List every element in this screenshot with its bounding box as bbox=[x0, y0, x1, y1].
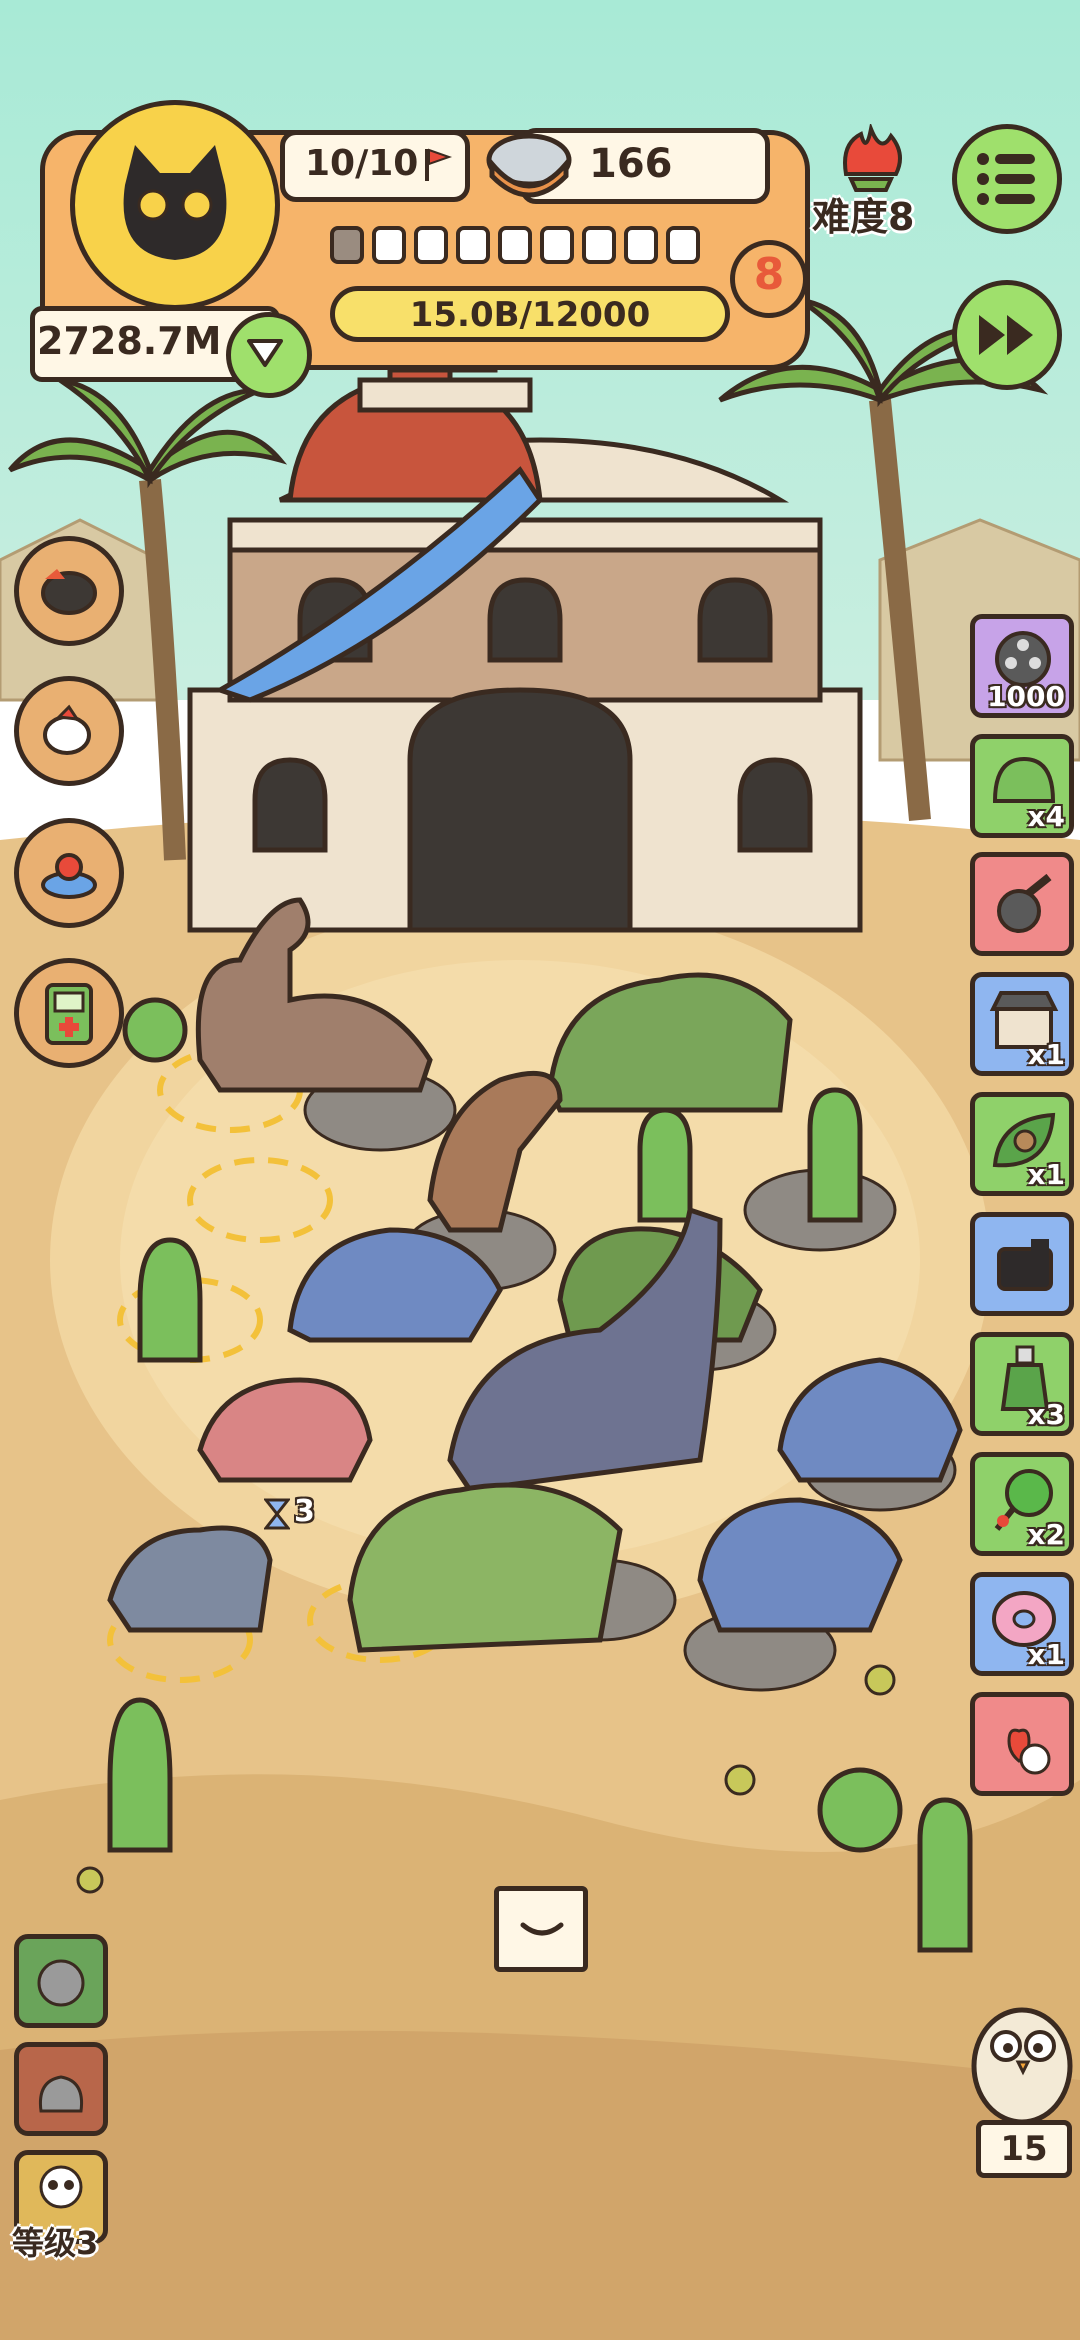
bird-count-box: 15 bbox=[976, 2120, 1072, 2178]
camera-item[interactable] bbox=[970, 1212, 1074, 1316]
green-helmet-item[interactable]: x4 bbox=[970, 734, 1074, 838]
segment-empty bbox=[582, 226, 616, 264]
flag-icon bbox=[425, 148, 453, 181]
potion-item[interactable]: x3 bbox=[970, 1332, 1074, 1436]
hearts-item[interactable] bbox=[970, 1692, 1074, 1796]
donut-item[interactable]: x1 bbox=[970, 1572, 1074, 1676]
smile-handle-icon bbox=[520, 1922, 564, 1936]
menu-button[interactable] bbox=[952, 124, 1062, 234]
progress-text: 15.0B/12000 bbox=[409, 295, 651, 335]
segment-empty bbox=[456, 226, 490, 264]
fast-forward-icon bbox=[979, 315, 1033, 355]
segment-empty bbox=[498, 226, 532, 264]
hourglass-icon bbox=[264, 1498, 290, 1530]
bowl-count-text: 166 bbox=[589, 141, 673, 187]
difficulty-label: 难度8 bbox=[812, 195, 915, 239]
level-badge: 8 bbox=[730, 240, 808, 318]
item-count: x1 bbox=[1027, 1158, 1065, 1191]
film-reel-item[interactable]: 1000 bbox=[970, 614, 1074, 718]
black-cat-icon bbox=[123, 145, 227, 260]
segment-empty bbox=[414, 226, 448, 264]
chevron-down-icon bbox=[247, 339, 283, 367]
item-count: 1000 bbox=[987, 680, 1065, 713]
food-bowl-icon bbox=[486, 133, 572, 198]
fish-icon bbox=[43, 704, 91, 755]
meteor-icon bbox=[997, 873, 1052, 933]
flag-counter: 10/10 bbox=[280, 130, 470, 202]
level-number: 8 bbox=[753, 249, 785, 300]
game-scene: 10/10 166 8 15.0B/12000 2728.7M 难度8 1000… bbox=[0, 0, 1080, 2340]
segment-empty bbox=[540, 226, 574, 264]
player-avatar[interactable] bbox=[70, 100, 280, 310]
money-text: 2728.7M bbox=[37, 319, 222, 363]
segment-empty bbox=[666, 226, 700, 264]
item-count: x1 bbox=[1027, 1638, 1065, 1671]
shop-item[interactable]: x1 bbox=[970, 972, 1074, 1076]
left-fish-button[interactable] bbox=[14, 676, 124, 786]
fast-forward-button[interactable] bbox=[952, 280, 1062, 390]
dropdown-button[interactable] bbox=[226, 312, 312, 398]
segment-filled bbox=[330, 226, 364, 264]
hatch-timer-badge: 3 bbox=[264, 1494, 334, 1534]
progress-bar: 15.0B/12000 bbox=[330, 286, 730, 342]
owl-bird-icon[interactable] bbox=[962, 1996, 1080, 2126]
timer-value: 3 bbox=[294, 1494, 315, 1529]
bottom-dino-button[interactable] bbox=[14, 1934, 108, 2028]
hearts-icon bbox=[1007, 1728, 1051, 1775]
segment-empty bbox=[624, 226, 658, 264]
bag-icon bbox=[38, 2075, 84, 2113]
left-bowl-button[interactable] bbox=[14, 536, 124, 646]
segment-empty bbox=[372, 226, 406, 264]
meteor-item[interactable] bbox=[970, 852, 1074, 956]
item-count: x4 bbox=[1027, 800, 1065, 833]
medkit-icon bbox=[45, 983, 93, 1045]
camera-icon bbox=[997, 1239, 1053, 1291]
grade-label: 等级3 bbox=[12, 2224, 99, 2262]
item-count: x2 bbox=[1027, 1518, 1065, 1551]
left-spinner-button[interactable] bbox=[14, 818, 124, 928]
skull-icon bbox=[39, 2165, 83, 2209]
left-medkit-button[interactable] bbox=[14, 958, 124, 1068]
collapse-handle-button[interactable] bbox=[494, 1886, 588, 1972]
flag-count-text: 10/10 bbox=[305, 143, 419, 184]
item-count: x1 bbox=[1027, 1038, 1065, 1071]
lollipop-item[interactable]: x2 bbox=[970, 1452, 1074, 1556]
dino-silhouette-icon bbox=[37, 1959, 85, 2007]
bird-count-text: 15 bbox=[1000, 2129, 1048, 2169]
item-count: x3 bbox=[1027, 1398, 1065, 1431]
segment-progress bbox=[330, 226, 730, 272]
difficulty-flame-icon bbox=[843, 124, 902, 192]
bottom-bag-button[interactable] bbox=[14, 2042, 108, 2136]
pot-icon bbox=[41, 569, 97, 615]
spinner-icon bbox=[41, 853, 97, 899]
menu-list-icon bbox=[977, 153, 1035, 205]
leaf-nest-item[interactable]: x1 bbox=[970, 1092, 1074, 1196]
